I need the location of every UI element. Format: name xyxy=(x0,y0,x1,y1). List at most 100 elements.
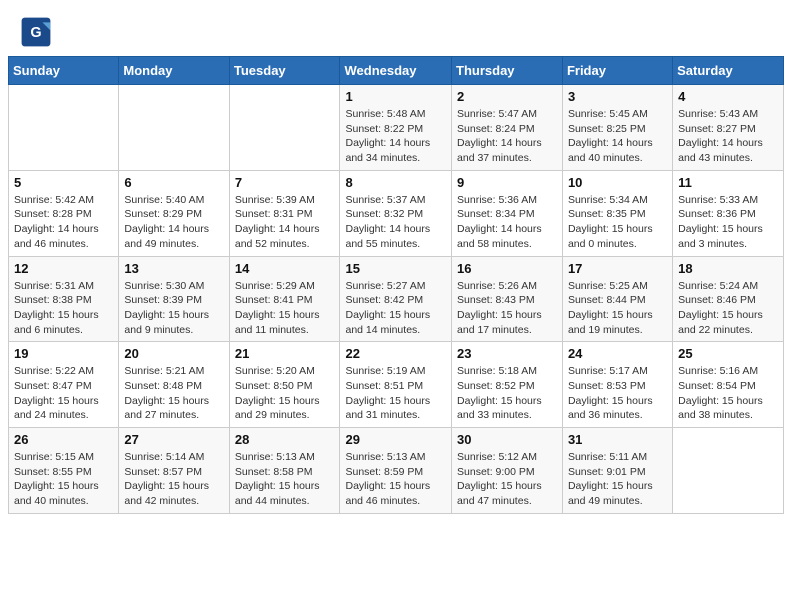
day-info: Sunrise: 5:42 AMSunset: 8:28 PMDaylight:… xyxy=(14,193,113,252)
week-row-3: 12 Sunrise: 5:31 AMSunset: 8:38 PMDayligh… xyxy=(9,256,784,342)
calendar-cell: 28 Sunrise: 5:13 AMSunset: 8:58 PMDayligh… xyxy=(229,428,340,514)
day-number: 3 xyxy=(568,89,667,104)
calendar-cell: 8Sunrise: 5:37 AMSunset: 8:32 PMDaylight… xyxy=(340,170,452,256)
day-number: 28 xyxy=(235,432,335,447)
calendar-cell: 5 Sunrise: 5:42 AMSunset: 8:28 PMDaylight… xyxy=(9,170,119,256)
calendar-cell: 4Sunrise: 5:43 AMSunset: 8:27 PMDaylight… xyxy=(673,85,784,171)
calendar-cell: 12 Sunrise: 5:31 AMSunset: 8:38 PMDayligh… xyxy=(9,256,119,342)
day-info: Sunrise: 5:30 AMSunset: 8:39 PMDaylight:… xyxy=(124,279,223,338)
day-number: 12 xyxy=(14,261,113,276)
calendar-cell: 13Sunrise: 5:30 AMSunset: 8:39 PMDayligh… xyxy=(119,256,229,342)
calendar-cell: 27Sunrise: 5:14 AMSunset: 8:57 PMDayligh… xyxy=(119,428,229,514)
day-number: 8 xyxy=(345,175,446,190)
day-info: Sunrise: 5:26 AMSunset: 8:43 PMDaylight:… xyxy=(457,279,557,338)
calendar-cell: 21Sunrise: 5:20 AMSunset: 8:50 PMDayligh… xyxy=(229,342,340,428)
day-number: 26 xyxy=(14,432,113,447)
weekday-header-thursday: Thursday xyxy=(452,57,563,85)
calendar-cell: 1 Sunrise: 5:48 AMSunset: 8:22 PMDaylight… xyxy=(340,85,452,171)
logo: G xyxy=(20,16,56,48)
day-number: 5 xyxy=(14,175,113,190)
day-number: 22 xyxy=(345,346,446,361)
day-info: Sunrise: 5:15 AMSunset: 8:55 PMDaylight:… xyxy=(14,450,113,509)
calendar-cell xyxy=(673,428,784,514)
week-row-5: 26 Sunrise: 5:15 AMSunset: 8:55 PMDayligh… xyxy=(9,428,784,514)
weekday-header-tuesday: Tuesday xyxy=(229,57,340,85)
day-info: Sunrise: 5:47 AMSunset: 8:24 PMDaylight:… xyxy=(457,107,557,166)
week-row-4: 19 Sunrise: 5:22 AMSunset: 8:47 PMDayligh… xyxy=(9,342,784,428)
calendar-cell: 11Sunrise: 5:33 AMSunset: 8:36 PMDayligh… xyxy=(673,170,784,256)
logo-icon: G xyxy=(20,16,52,48)
day-info: Sunrise: 5:36 AMSunset: 8:34 PMDaylight:… xyxy=(457,193,557,252)
day-number: 16 xyxy=(457,261,557,276)
weekday-header-row: SundayMondayTuesdayWednesdayThursdayFrid… xyxy=(9,57,784,85)
svg-text:G: G xyxy=(30,25,41,41)
day-info: Sunrise: 5:29 AMSunset: 8:41 PMDaylight:… xyxy=(235,279,335,338)
calendar-cell: 3 Sunrise: 5:45 AMSunset: 8:25 PMDaylight… xyxy=(562,85,672,171)
weekday-header-sunday: Sunday xyxy=(9,57,119,85)
calendar-cell: 23 Sunrise: 5:18 AMSunset: 8:52 PMDayligh… xyxy=(452,342,563,428)
calendar-cell: 6 Sunrise: 5:40 AMSunset: 8:29 PMDaylight… xyxy=(119,170,229,256)
day-info: Sunrise: 5:18 AMSunset: 8:52 PMDaylight:… xyxy=(457,364,557,423)
day-number: 30 xyxy=(457,432,557,447)
day-number: 23 xyxy=(457,346,557,361)
calendar-cell: 9 Sunrise: 5:36 AMSunset: 8:34 PMDaylight… xyxy=(452,170,563,256)
day-info: Sunrise: 5:39 AMSunset: 8:31 PMDaylight:… xyxy=(235,193,335,252)
week-row-2: 5 Sunrise: 5:42 AMSunset: 8:28 PMDaylight… xyxy=(9,170,784,256)
calendar-cell: 19 Sunrise: 5:22 AMSunset: 8:47 PMDayligh… xyxy=(9,342,119,428)
day-info: Sunrise: 5:16 AMSunset: 8:54 PMDaylight:… xyxy=(678,364,778,423)
calendar-cell: 31Sunrise: 5:11 AMSunset: 9:01 PMDayligh… xyxy=(562,428,672,514)
day-info: Sunrise: 5:22 AMSunset: 8:47 PMDaylight:… xyxy=(14,364,113,423)
calendar-cell: 10 Sunrise: 5:34 AMSunset: 8:35 PMDayligh… xyxy=(562,170,672,256)
calendar-cell: 14Sunrise: 5:29 AMSunset: 8:41 PMDayligh… xyxy=(229,256,340,342)
day-number: 27 xyxy=(124,432,223,447)
page-header: G xyxy=(0,0,792,56)
day-number: 9 xyxy=(457,175,557,190)
day-number: 15 xyxy=(345,261,446,276)
day-info: Sunrise: 5:13 AMSunset: 8:58 PMDaylight:… xyxy=(235,450,335,509)
day-info: Sunrise: 5:40 AMSunset: 8:29 PMDaylight:… xyxy=(124,193,223,252)
calendar-cell: 29Sunrise: 5:13 AMSunset: 8:59 PMDayligh… xyxy=(340,428,452,514)
week-row-1: 1 Sunrise: 5:48 AMSunset: 8:22 PMDaylight… xyxy=(9,85,784,171)
day-number: 25 xyxy=(678,346,778,361)
calendar-header: SundayMondayTuesdayWednesdayThursdayFrid… xyxy=(9,57,784,85)
day-number: 17 xyxy=(568,261,667,276)
day-number: 29 xyxy=(345,432,446,447)
day-number: 2 xyxy=(457,89,557,104)
calendar-table: SundayMondayTuesdayWednesdayThursdayFrid… xyxy=(8,56,784,514)
day-number: 21 xyxy=(235,346,335,361)
weekday-header-saturday: Saturday xyxy=(673,57,784,85)
calendar-cell: 25 Sunrise: 5:16 AMSunset: 8:54 PMDayligh… xyxy=(673,342,784,428)
calendar-cell: 30 Sunrise: 5:12 AMSunset: 9:00 PMDayligh… xyxy=(452,428,563,514)
day-info: Sunrise: 5:17 AMSunset: 8:53 PMDaylight:… xyxy=(568,364,667,423)
calendar-cell: 24 Sunrise: 5:17 AMSunset: 8:53 PMDayligh… xyxy=(562,342,672,428)
day-number: 1 xyxy=(345,89,446,104)
calendar-cell: 2 Sunrise: 5:47 AMSunset: 8:24 PMDaylight… xyxy=(452,85,563,171)
day-info: Sunrise: 5:33 AMSunset: 8:36 PMDaylight:… xyxy=(678,193,778,252)
calendar-cell: 20Sunrise: 5:21 AMSunset: 8:48 PMDayligh… xyxy=(119,342,229,428)
calendar-cell: 26 Sunrise: 5:15 AMSunset: 8:55 PMDayligh… xyxy=(9,428,119,514)
calendar-wrapper: SundayMondayTuesdayWednesdayThursdayFrid… xyxy=(0,56,792,522)
calendar-cell: 17 Sunrise: 5:25 AMSunset: 8:44 PMDayligh… xyxy=(562,256,672,342)
calendar-cell: 7Sunrise: 5:39 AMSunset: 8:31 PMDaylight… xyxy=(229,170,340,256)
day-info: Sunrise: 5:34 AMSunset: 8:35 PMDaylight:… xyxy=(568,193,667,252)
day-number: 19 xyxy=(14,346,113,361)
calendar-cell: 22 Sunrise: 5:19 AMSunset: 8:51 PMDayligh… xyxy=(340,342,452,428)
day-info: Sunrise: 5:27 AMSunset: 8:42 PMDaylight:… xyxy=(345,279,446,338)
day-number: 4 xyxy=(678,89,778,104)
day-info: Sunrise: 5:19 AMSunset: 8:51 PMDaylight:… xyxy=(345,364,446,423)
day-number: 20 xyxy=(124,346,223,361)
day-info: Sunrise: 5:48 AMSunset: 8:22 PMDaylight:… xyxy=(345,107,446,166)
day-info: Sunrise: 5:12 AMSunset: 9:00 PMDaylight:… xyxy=(457,450,557,509)
day-info: Sunrise: 5:31 AMSunset: 8:38 PMDaylight:… xyxy=(14,279,113,338)
day-number: 6 xyxy=(124,175,223,190)
weekday-header-friday: Friday xyxy=(562,57,672,85)
day-info: Sunrise: 5:11 AMSunset: 9:01 PMDaylight:… xyxy=(568,450,667,509)
calendar-cell xyxy=(229,85,340,171)
day-number: 24 xyxy=(568,346,667,361)
day-info: Sunrise: 5:25 AMSunset: 8:44 PMDaylight:… xyxy=(568,279,667,338)
day-info: Sunrise: 5:24 AMSunset: 8:46 PMDaylight:… xyxy=(678,279,778,338)
calendar-body: 1 Sunrise: 5:48 AMSunset: 8:22 PMDaylight… xyxy=(9,85,784,514)
day-info: Sunrise: 5:45 AMSunset: 8:25 PMDaylight:… xyxy=(568,107,667,166)
day-number: 10 xyxy=(568,175,667,190)
weekday-header-wednesday: Wednesday xyxy=(340,57,452,85)
